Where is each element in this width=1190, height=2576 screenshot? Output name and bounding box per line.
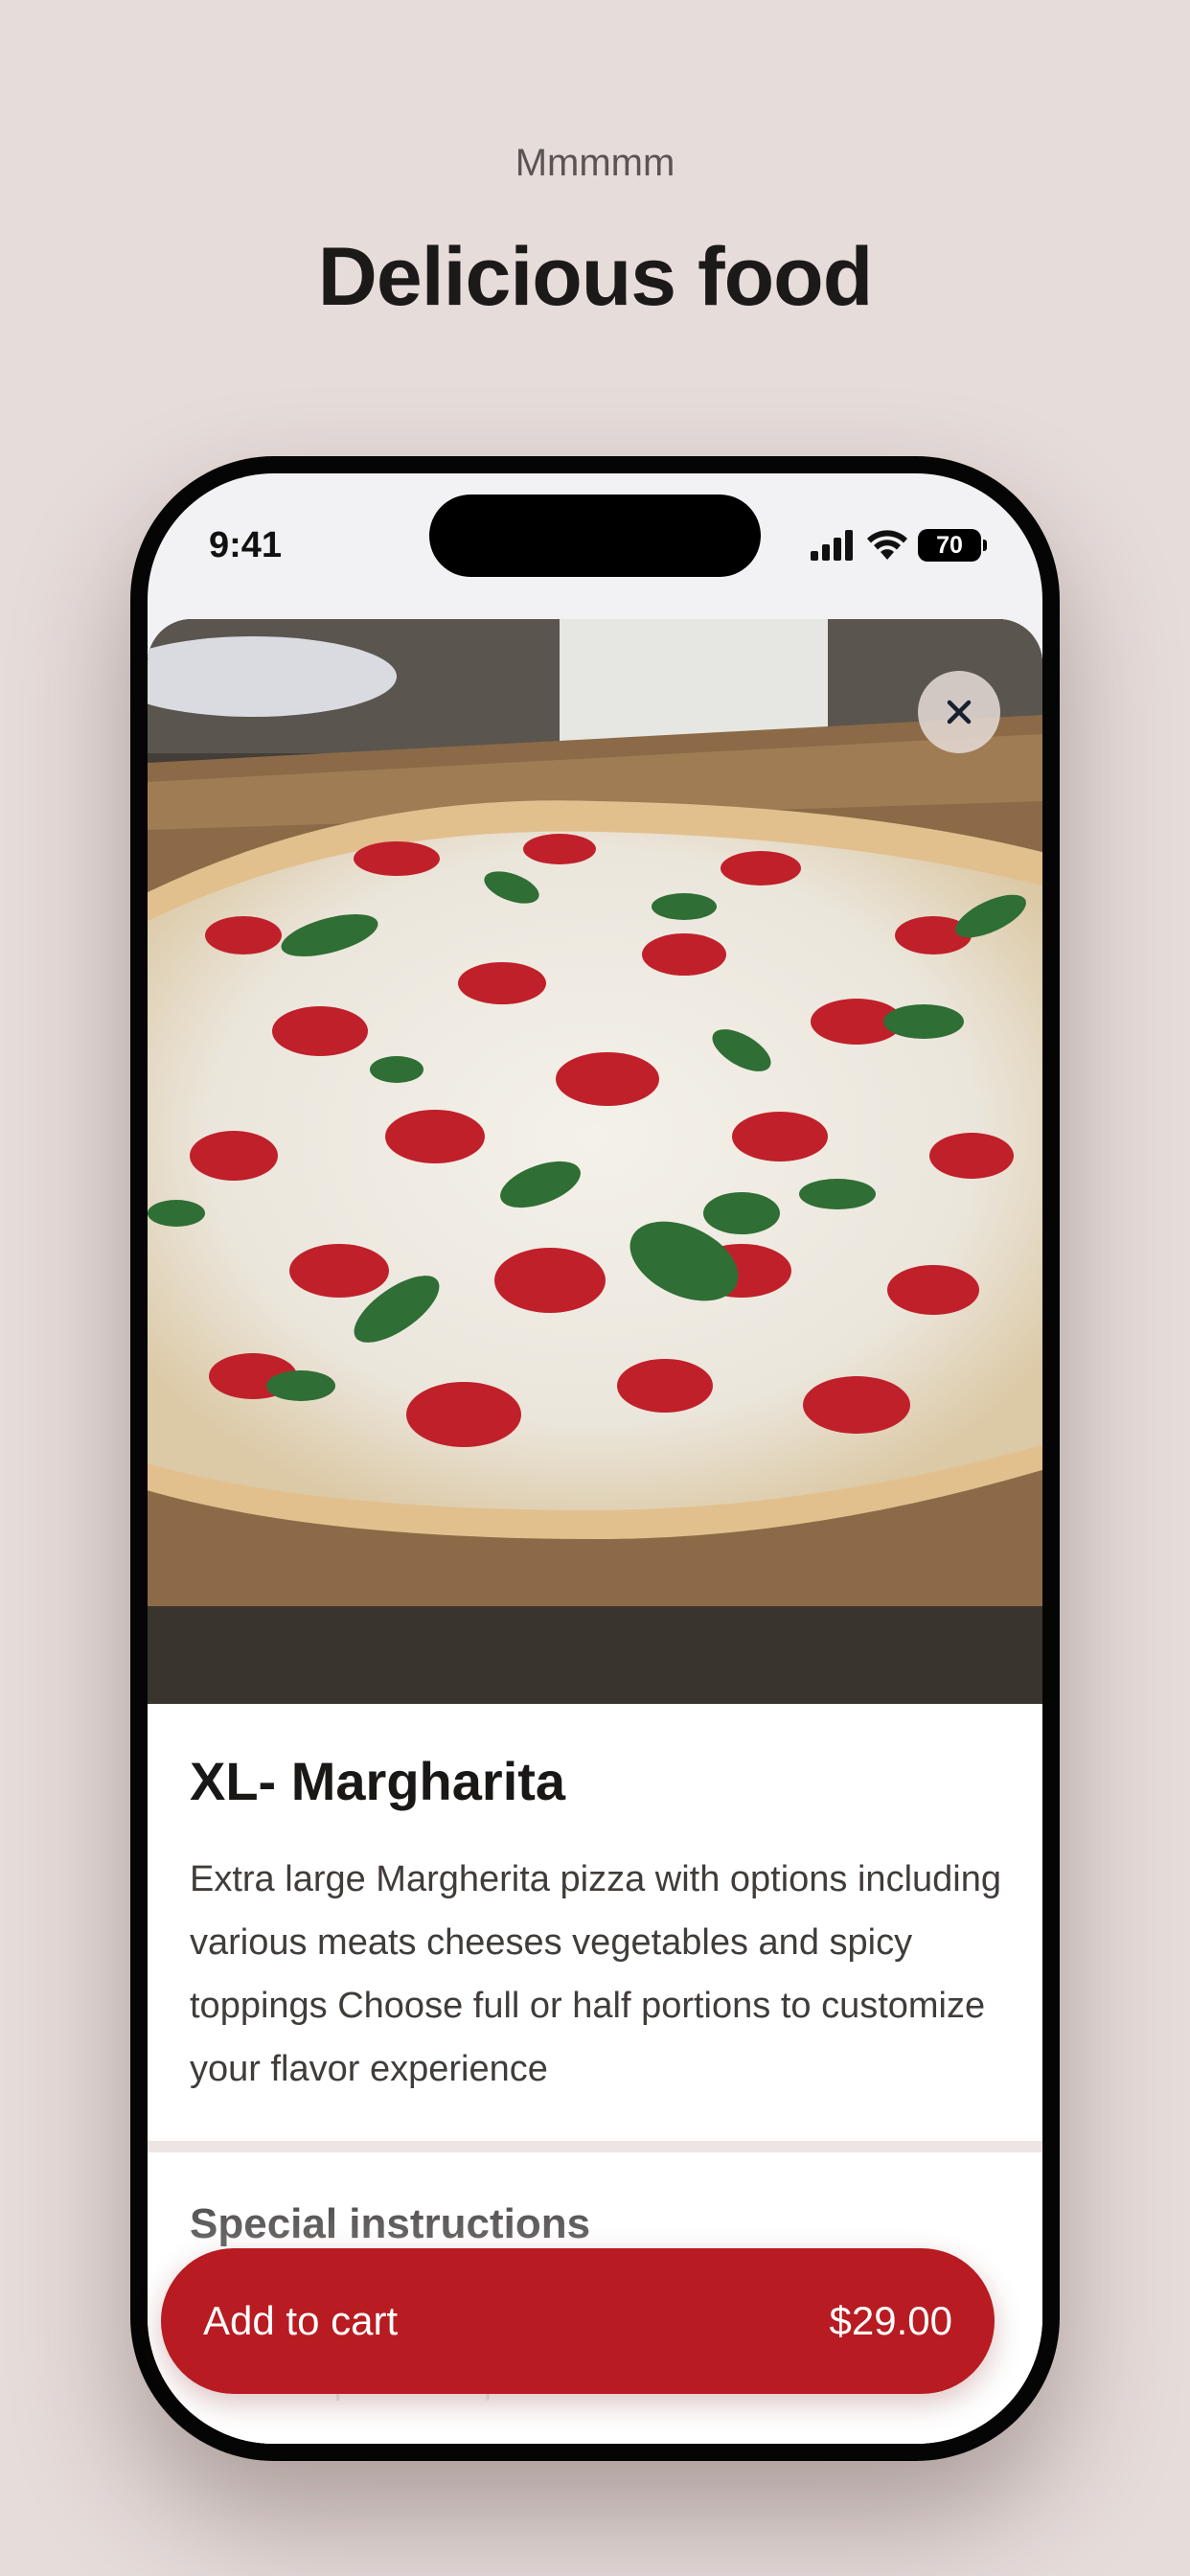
wifi-icon <box>867 530 907 560</box>
close-icon <box>947 700 972 724</box>
cart-price: $29.00 <box>829 2298 952 2343</box>
status-bar: 9:41 70 <box>148 473 1042 617</box>
item-description: Extra large Margherita pizza with option… <box>190 1859 1001 2089</box>
product-image <box>148 619 1042 1704</box>
section-divider <box>148 2141 1042 2152</box>
product-sheet: XL- Margharita Extra large Margherita pi… <box>148 619 1042 2444</box>
dynamic-island <box>429 494 761 577</box>
add-to-cart-label: Add to cart <box>203 2298 399 2343</box>
item-title: XL- Margharita <box>190 1751 566 1811</box>
battery-icon: 70 <box>918 529 987 562</box>
promo-eyebrow: Mmmmm <box>515 142 675 184</box>
promo-headline: Delicious food <box>317 231 873 323</box>
add-to-cart-button[interactable]: Add to cart $29.00 <box>161 2248 995 2394</box>
status-time: 9:41 <box>209 525 283 565</box>
phone-frame: 9:41 70 XL- Margharita Extra large Margh… <box>130 456 1060 2461</box>
close-button[interactable] <box>918 671 1000 753</box>
status-icons: 70 <box>809 529 987 562</box>
signal-icon <box>811 530 853 561</box>
pizza-photo <box>148 619 1042 1704</box>
phone-screen: 9:41 70 XL- Margharita Extra large Margh… <box>148 473 1042 2444</box>
special-instructions-title: Special instructions <box>190 2200 591 2247</box>
